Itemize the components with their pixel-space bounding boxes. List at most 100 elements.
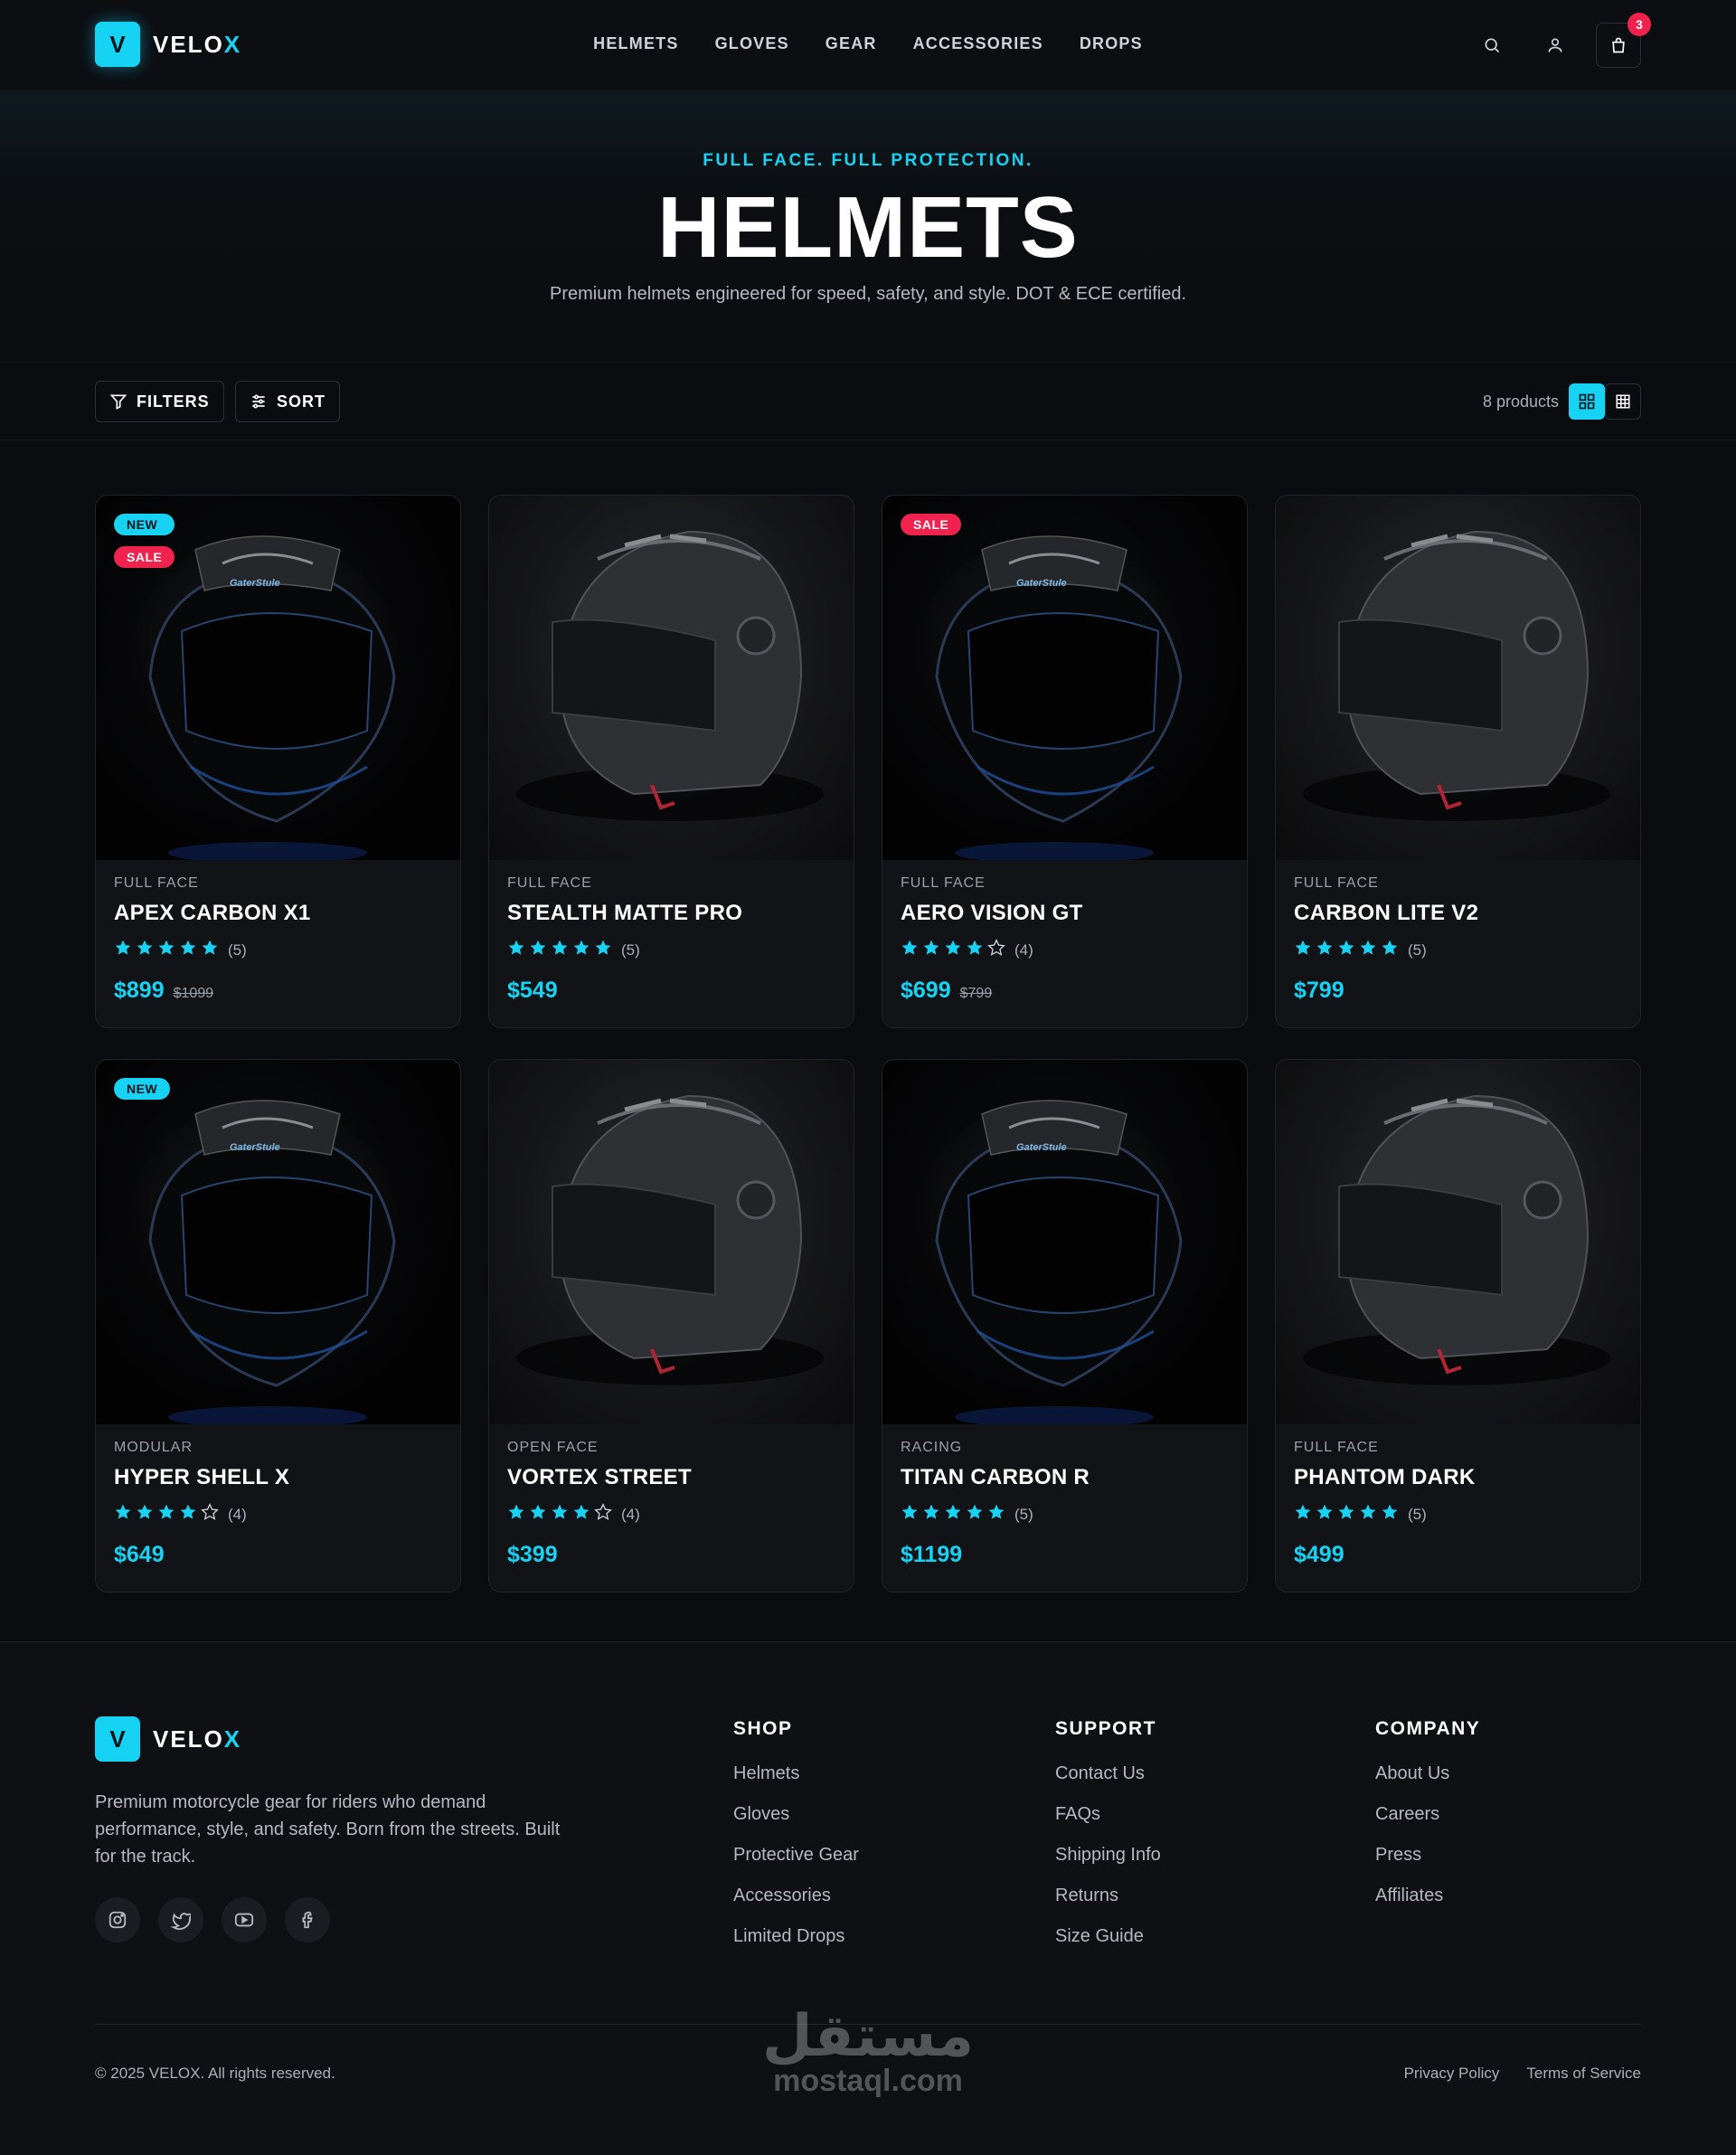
footer-link-press[interactable]: Press xyxy=(1375,1845,1480,1886)
footer-link-contact[interactable]: Contact Us xyxy=(1055,1763,1161,1804)
product-price: $899 xyxy=(114,978,165,1003)
grid-4-view-button[interactable] xyxy=(1569,383,1605,420)
facebook-link[interactable] xyxy=(285,1897,330,1942)
footer-column-title: COMPANY xyxy=(1375,1718,1481,1739)
nav-item-drops[interactable]: DROPS xyxy=(1080,34,1143,53)
svg-text:GaterStule: GaterStule xyxy=(1016,578,1067,589)
nav-item-accessories[interactable]: ACCESSORIES xyxy=(913,34,1043,53)
rating-stars xyxy=(114,1503,219,1526)
product-name[interactable]: CARBON LITE V2 xyxy=(1294,901,1622,926)
product-name[interactable]: APEX CARBON X1 xyxy=(114,901,442,926)
footer-column-support: SUPPORT Contact Us FAQs Shipping Info Re… xyxy=(1055,1718,1161,1967)
facebook-icon xyxy=(302,1911,313,1929)
footer-link-faqs[interactable]: FAQs xyxy=(1055,1804,1161,1845)
product-name[interactable]: TITAN CARBON R xyxy=(901,1465,1229,1490)
cart-button[interactable]: 3 xyxy=(1596,13,1651,68)
grid-9-view-button[interactable] xyxy=(1605,383,1641,420)
instagram-link[interactable] xyxy=(95,1897,140,1942)
review-count: (5) xyxy=(1408,1505,1427,1523)
footer-column-title: SUPPORT xyxy=(1055,1718,1157,1739)
footer-description: Premium motorcycle gear for riders who d… xyxy=(95,1792,561,1867)
footer-link-shipping[interactable]: Shipping Info xyxy=(1055,1845,1161,1886)
star-filled-icon xyxy=(944,1503,962,1526)
review-count: (5) xyxy=(1408,940,1427,959)
product-count: 8 products xyxy=(1482,392,1559,411)
product-card[interactable]: OPEN FACE VORTEX STREET (4) $399 xyxy=(488,1059,854,1593)
footer-link-gloves[interactable]: Gloves xyxy=(733,1804,859,1845)
star-filled-icon xyxy=(507,939,525,961)
star-filled-icon xyxy=(1316,939,1334,961)
star-filled-icon xyxy=(507,1503,525,1526)
star-filled-icon xyxy=(1359,939,1377,961)
star-empty-icon xyxy=(201,1503,219,1526)
site-header: V VELOX HELMETS GLOVES GEAR ACCESSORIES … xyxy=(0,0,1736,91)
product-card[interactable]: FULL FACE CARBON LITE V2 (5) $799 xyxy=(1275,495,1641,1028)
price-row: $799 xyxy=(1294,978,1622,1004)
product-card[interactable]: GaterStule RACING TITAN CARBON R (5) $11… xyxy=(882,1059,1248,1593)
new-badge: NEW xyxy=(114,514,175,535)
product-image[interactable] xyxy=(489,496,854,860)
youtube-link[interactable] xyxy=(222,1897,267,1942)
nav-item-gear[interactable]: GEAR xyxy=(826,34,877,53)
footer-link-affiliates[interactable]: Affiliates xyxy=(1375,1886,1480,1926)
star-filled-icon xyxy=(114,939,132,961)
footer-logo[interactable]: V VELOX xyxy=(95,1716,241,1762)
product-name[interactable]: VORTEX STREET xyxy=(507,1465,835,1490)
footer-link-accessories[interactable]: Accessories xyxy=(733,1886,859,1926)
product-image[interactable]: GaterStule xyxy=(882,1060,1247,1424)
footer-link-careers[interactable]: Careers xyxy=(1375,1804,1480,1845)
footer-link-returns[interactable]: Returns xyxy=(1055,1886,1161,1926)
product-info: MODULAR HYPER SHELL X (4) $649 xyxy=(114,1440,442,1568)
product-image[interactable] xyxy=(1276,496,1640,860)
filters-button[interactable]: FILTERS xyxy=(95,381,224,422)
privacy-policy-link[interactable]: Privacy Policy xyxy=(1404,2065,1500,2083)
rating-stars xyxy=(114,939,219,961)
product-card[interactable]: SALE GaterStule FULL FACE AERO VISION GT… xyxy=(882,495,1248,1028)
footer-link-about[interactable]: About Us xyxy=(1375,1763,1480,1804)
hero-eyebrow: FULL FACE. FULL PROTECTION. xyxy=(703,151,1033,170)
product-image[interactable] xyxy=(489,1060,854,1424)
price-row: $499 xyxy=(1294,1542,1622,1568)
review-count: (4) xyxy=(621,1505,640,1523)
product-price: $699 xyxy=(901,978,951,1003)
review-count: (5) xyxy=(228,940,247,959)
star-filled-icon xyxy=(157,1503,175,1526)
account-button[interactable] xyxy=(1533,23,1578,68)
price-row: $1199 xyxy=(901,1542,1229,1568)
product-image[interactable]: SALE GaterStule xyxy=(882,496,1247,860)
nav-item-helmets[interactable]: HELMETS xyxy=(593,34,678,53)
star-filled-icon xyxy=(966,939,984,961)
terms-of-service-link[interactable]: Terms of Service xyxy=(1526,2065,1641,2083)
nav-item-gloves[interactable]: GLOVES xyxy=(715,34,789,53)
product-image[interactable]: NEW SALE GaterStule xyxy=(96,496,460,860)
product-card[interactable]: FULL FACE PHANTOM DARK (5) $499 xyxy=(1275,1059,1641,1593)
product-name[interactable]: HYPER SHELL X xyxy=(114,1465,442,1490)
product-image[interactable] xyxy=(1276,1060,1640,1424)
star-filled-icon xyxy=(136,939,154,961)
sale-badge: SALE xyxy=(901,514,962,535)
product-name[interactable]: AERO VISION GT xyxy=(901,901,1229,926)
product-image[interactable]: NEW GaterStule xyxy=(96,1060,460,1424)
footer-link-helmets[interactable]: Helmets xyxy=(733,1763,859,1804)
star-filled-icon xyxy=(551,1503,569,1526)
product-name[interactable]: PHANTOM DARK xyxy=(1294,1465,1622,1490)
footer-link-size-guide[interactable]: Size Guide xyxy=(1055,1926,1161,1967)
star-filled-icon xyxy=(114,1503,132,1526)
sort-button[interactable]: SORT xyxy=(235,381,341,422)
star-filled-icon xyxy=(966,1503,984,1526)
site-footer: V VELOX Premium motorcycle gear for ride… xyxy=(0,1641,1736,2155)
rating-stars xyxy=(507,939,612,961)
product-name[interactable]: STEALTH MATTE PRO xyxy=(507,901,835,926)
rating-stars xyxy=(901,939,1005,961)
product-card[interactable]: NEW SALE GaterStule FULL FACE APEX CARBON… xyxy=(95,495,461,1028)
twitter-link[interactable] xyxy=(158,1897,203,1942)
original-price: $1099 xyxy=(173,986,214,1001)
product-card[interactable]: NEW GaterStule MODULAR HYPER SHELL X (4)… xyxy=(95,1059,461,1593)
footer-link-protective-gear[interactable]: Protective Gear xyxy=(733,1845,859,1886)
footer-link-limited-drops[interactable]: Limited Drops xyxy=(733,1926,859,1967)
star-filled-icon xyxy=(572,939,590,961)
star-filled-icon xyxy=(944,939,962,961)
search-button[interactable] xyxy=(1469,23,1514,68)
grid-large-icon xyxy=(1579,393,1595,410)
product-card[interactable]: FULL FACE STEALTH MATTE PRO (5) $549 xyxy=(488,495,854,1028)
